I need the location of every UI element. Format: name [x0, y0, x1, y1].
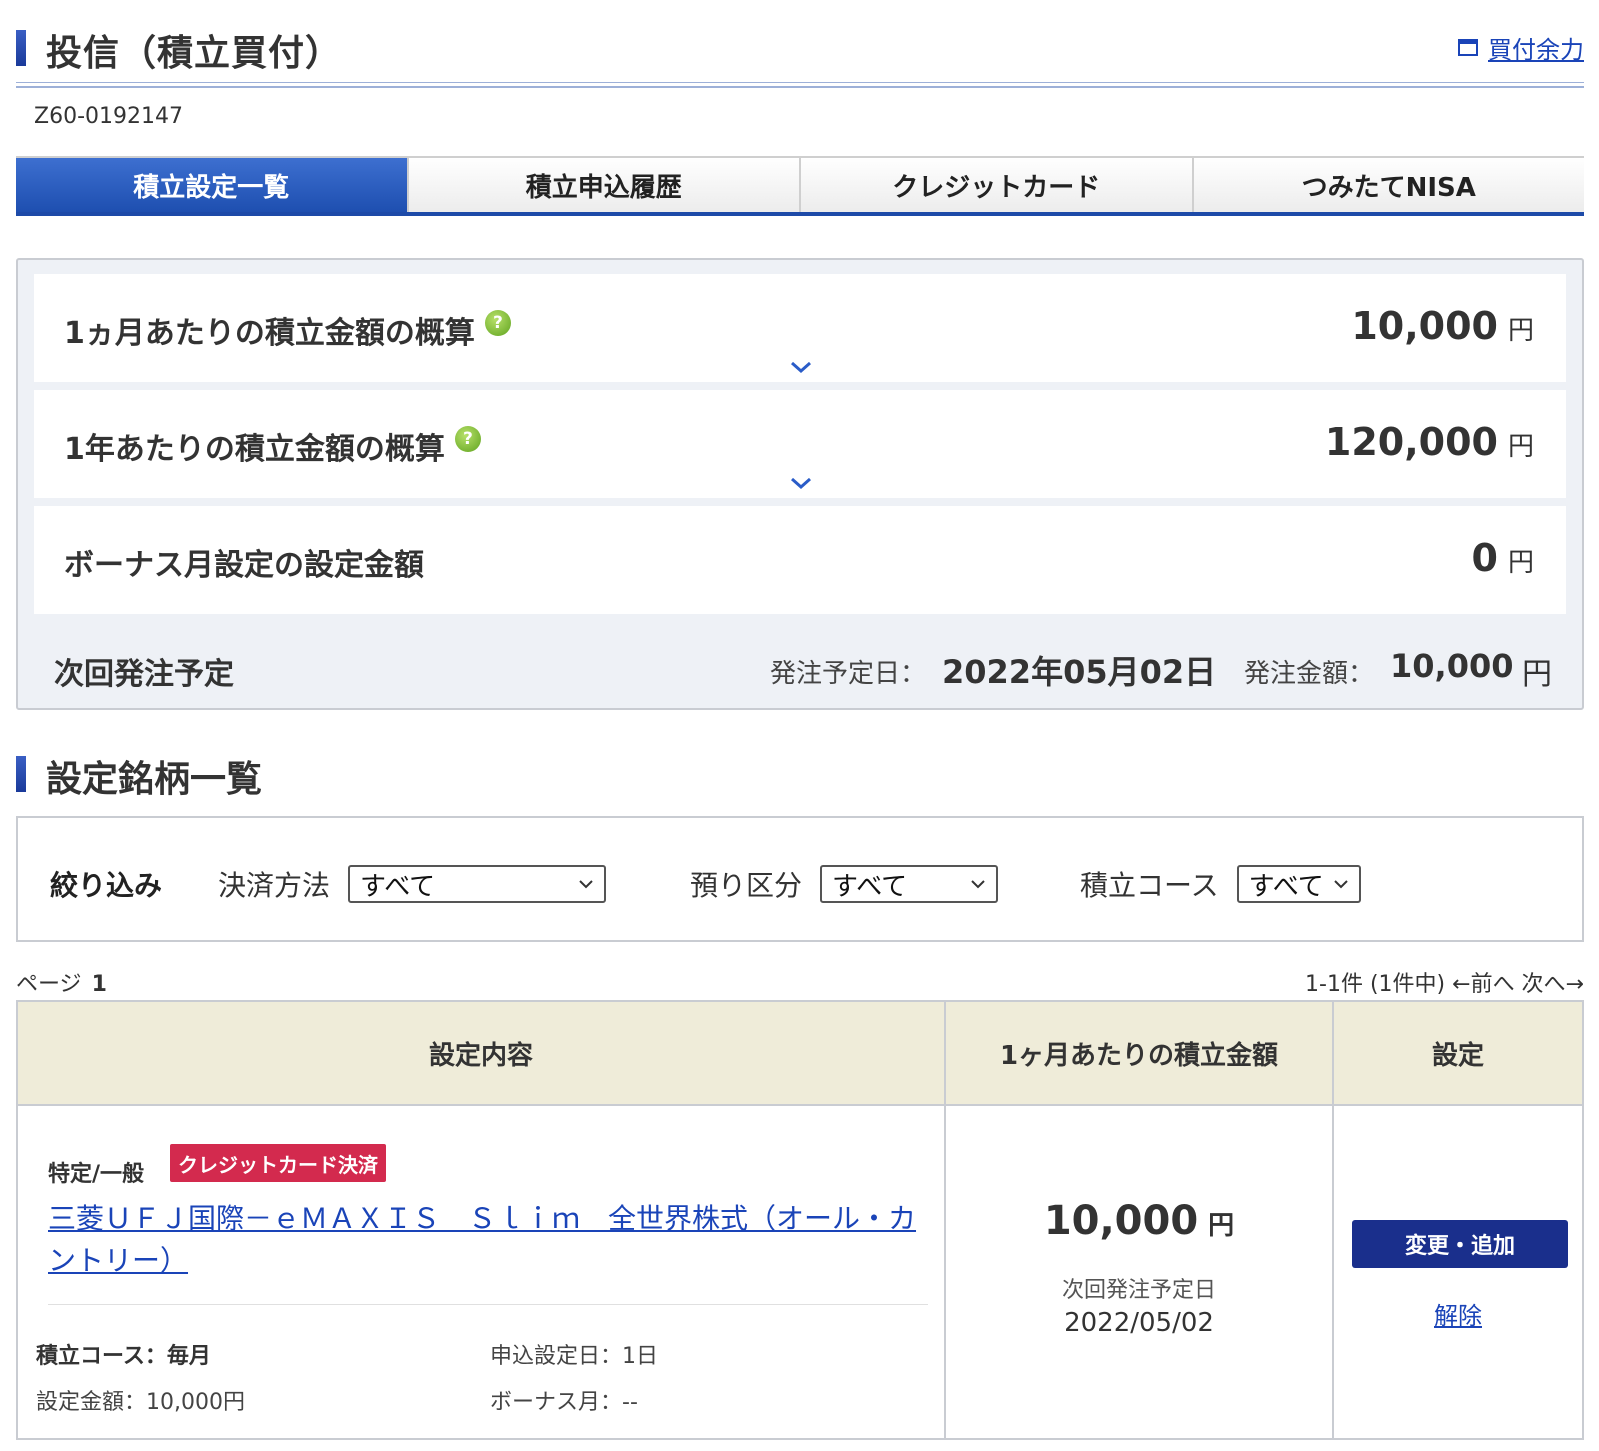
filter-panel: 絞り込み 決済方法 すべて 預り区分 すべて 積立コース すべて: [16, 816, 1584, 942]
section-accent-bar: [16, 756, 26, 792]
tab-settings-list[interactable]: 積立設定一覧: [16, 158, 409, 212]
bonus-amount-unit: 円: [1507, 548, 1534, 578]
window-icon: [1458, 39, 1478, 56]
custody-type-value: すべて: [832, 871, 908, 902]
filter-label: 絞り込み: [50, 869, 163, 902]
table-row-content: 特定/一般 クレジットカード決済 三菱ＵＦＪ国際－ｅＭＡＸＩＳ Ｓｌｉｍ 全世界…: [18, 1106, 944, 1438]
row-monthly-amount-unit: 円: [1208, 1211, 1235, 1241]
order-amount-label: 発注金額：: [1244, 659, 1375, 689]
table-header: 設定内容 1ヶ月あたりの積立金額 設定: [18, 1002, 1582, 1106]
row-monthly-amount-value: 10,000: [1043, 1198, 1199, 1244]
next-order-date-label: 次回発注予定日: [1061, 1278, 1216, 1303]
yearly-estimate-unit: 円: [1507, 432, 1534, 462]
next-order-date-value: 2022/05/02: [1064, 1308, 1214, 1338]
monthly-estimate-row[interactable]: 1ヵ月あたりの積立金額の概算 ? 10,000 円: [34, 274, 1566, 382]
order-date-label: 発注予定日：: [770, 659, 927, 689]
monthly-estimate-label: 1ヵ月あたりの積立金額の概算: [64, 316, 475, 351]
page-number: 1: [91, 972, 107, 997]
course-select[interactable]: すべて: [1236, 865, 1361, 903]
tab-tsumitate-nisa[interactable]: つみたてNISA: [1193, 158, 1584, 212]
monthly-estimate-amount: 10,000 円: [1351, 304, 1534, 348]
tab-bar: 積立設定一覧 積立申込履歴 クレジットカード つみたてNISA: [16, 156, 1584, 216]
page-title: 投信（積立買付）: [46, 33, 343, 74]
payment-method-select[interactable]: すべて: [348, 865, 607, 903]
order-date-value: 2022年05月02日: [942, 653, 1217, 691]
header-settings: 設定: [1431, 1040, 1484, 1071]
payment-filter-label: 決済方法: [218, 869, 331, 902]
summary-panel: 1ヵ月あたりの積立金額の概算 ? 10,000 円 1年あたりの積立金額の概算 …: [16, 258, 1584, 710]
course-value: すべて: [1248, 871, 1324, 902]
custody-type-select[interactable]: すべて: [820, 865, 999, 903]
change-add-button[interactable]: 変更・追加: [1352, 1220, 1568, 1268]
monthly-estimate-value: 10,000: [1351, 304, 1498, 348]
bonus-amount: 0 円: [1472, 536, 1534, 580]
custody-filter-label: 預り区分: [690, 869, 803, 902]
account-id: Z60-0192147: [34, 104, 183, 129]
select-caret-icon: [971, 880, 985, 889]
account-type: 特定/一般: [48, 1162, 145, 1187]
bonus-amount-label-group: ボーナス月設定の設定金額: [64, 540, 424, 584]
bonus-amount-value: 0: [1471, 536, 1498, 580]
select-caret-icon: [579, 880, 593, 889]
course-filter-label: 積立コース: [1080, 869, 1219, 902]
course-detail: 積立コース：毎月: [36, 1344, 211, 1369]
tab-application-history[interactable]: 積立申込履歴: [408, 158, 801, 212]
table-row-amount: 10,000 円 次回発注予定日 2022/05/02: [946, 1106, 1332, 1438]
yearly-estimate-label-group: 1年あたりの積立金額の概算 ?: [64, 424, 481, 468]
row-divider: [48, 1304, 928, 1305]
bonus-amount-label: ボーナス月設定の設定金額: [64, 548, 424, 583]
help-icon[interactable]: ?: [454, 426, 481, 452]
yearly-estimate-row[interactable]: 1年あたりの積立金額の概算 ? 120,000 円: [34, 390, 1566, 498]
monthly-estimate-unit: 円: [1507, 316, 1534, 346]
set-amount-detail: 設定金額：10,000円: [36, 1390, 245, 1415]
course-filter-group: 積立コース すべて: [1080, 864, 1361, 904]
credit-card-badge: クレジットカード決済: [170, 1144, 386, 1182]
header-monthly-amount: 1ヶ月あたりの積立金額: [999, 1040, 1279, 1071]
yearly-estimate-value: 120,000: [1324, 420, 1498, 464]
header-divider: [16, 82, 1584, 88]
payment-method-value: すべて: [360, 871, 436, 902]
yearly-estimate-label: 1年あたりの積立金額の概算: [64, 432, 445, 467]
pager: ページ 1 1-1件 (1件中) ←前へ 次へ→: [16, 966, 1584, 998]
monthly-estimate-label-group: 1ヵ月あたりの積立金額の概算 ?: [64, 308, 511, 352]
header-settings-content: 設定内容: [428, 1040, 533, 1071]
cancel-link[interactable]: 解除: [1334, 1296, 1582, 1331]
fund-settings-table: 設定内容 1ヶ月あたりの積立金額 設定 特定/一般 クレジットカード決済 三菱Ｕ…: [16, 1000, 1584, 1440]
help-icon[interactable]: ?: [484, 310, 511, 336]
select-caret-icon: [1333, 880, 1348, 889]
apply-day-detail: 申込設定日：1日: [490, 1344, 658, 1369]
title-accent-bar: [16, 30, 26, 66]
tab-credit-card[interactable]: クレジットカード: [801, 158, 1194, 212]
page-indicator: ページ 1: [16, 966, 107, 998]
table-row-actions: 変更・追加 解除: [1334, 1106, 1582, 1438]
yearly-estimate-amount: 120,000 円: [1325, 420, 1534, 464]
page-navigation[interactable]: 1-1件 (1件中) ←前へ 次へ→: [1305, 966, 1584, 998]
next-order-label: 次回発注予定: [54, 657, 234, 692]
payment-filter-group: 決済方法 すべて: [218, 864, 607, 904]
buying-power-label: 買付余力: [1488, 36, 1584, 64]
fund-name-link[interactable]: 三菱ＵＦＪ国際－ｅＭＡＸＩＳ Ｓｌｉｍ 全世界株式（オール・カントリー）: [48, 1198, 928, 1282]
bonus-amount-row: ボーナス月設定の設定金額 0 円: [34, 506, 1566, 614]
custody-filter-group: 預り区分 すべて: [690, 864, 999, 904]
row-monthly-amount: 10,000 円: [946, 1198, 1332, 1244]
bonus-month-detail: ボーナス月：--: [490, 1390, 638, 1415]
chevron-down-icon[interactable]: [789, 358, 813, 376]
chevron-down-icon[interactable]: [789, 474, 813, 492]
buying-power-link[interactable]: 買付余力: [1458, 30, 1584, 65]
order-amount-unit: 円: [1522, 657, 1552, 692]
order-amount-value: 10,000: [1390, 647, 1514, 685]
next-order-row: 次回発注予定 発注予定日： 2022年05月02日 発注金額： 10,000 円: [54, 645, 1554, 692]
section-title: 設定銘柄一覧: [46, 759, 263, 800]
page-label: ページ: [16, 972, 82, 997]
